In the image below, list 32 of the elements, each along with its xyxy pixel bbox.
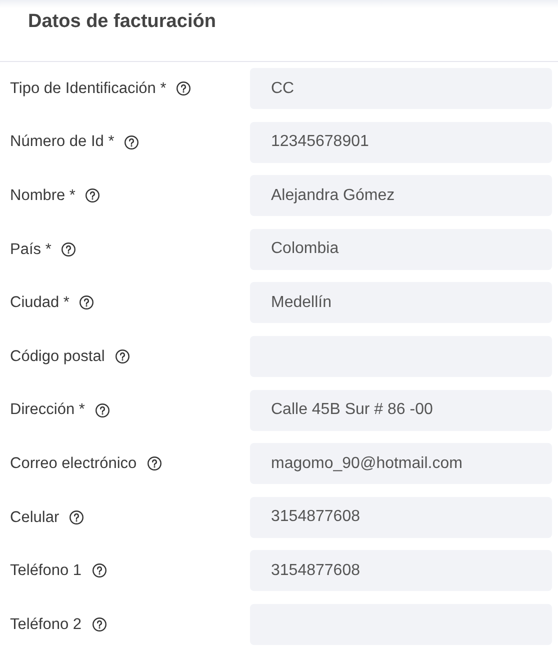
- input-field[interactable]: 3154877608: [250, 550, 552, 592]
- field-label: Teléfono 2: [10, 614, 82, 635]
- field-label: País *: [10, 240, 52, 260]
- help-icon[interactable]: [61, 242, 76, 257]
- section-title: Datos de facturación: [28, 10, 216, 34]
- field-label: Teléfono 1: [10, 561, 82, 582]
- help-icon[interactable]: [124, 134, 140, 150]
- input-field[interactable]: 12345678901: [250, 122, 552, 163]
- help-icon[interactable]: [176, 81, 192, 96]
- input-field[interactable]: Alejandra Gómez: [250, 175, 552, 216]
- field-label: Dirección *: [10, 400, 85, 420]
- help-icon[interactable]: [114, 348, 130, 364]
- input-field[interactable]: Colombia: [250, 228, 552, 270]
- field-label: Número de Id *: [10, 132, 114, 152]
- field-label: Ciudad *: [10, 293, 70, 314]
- help-icon[interactable]: [94, 402, 110, 418]
- input-field[interactable]: magomo_90@hotmail.com: [250, 443, 552, 484]
- help-icon[interactable]: [79, 295, 94, 310]
- help-icon[interactable]: [146, 456, 162, 472]
- input-field[interactable]: Medellín: [250, 282, 552, 324]
- input-field[interactable]: CC: [250, 68, 552, 109]
- field-label: Nombre *: [10, 186, 76, 206]
- input-field[interactable]: Calle 45B Sur # 86 -00: [250, 390, 552, 431]
- help-icon[interactable]: [69, 510, 84, 525]
- help-icon[interactable]: [92, 563, 107, 578]
- help-icon[interactable]: [92, 616, 107, 632]
- input-field[interactable]: 3154877608: [250, 496, 552, 538]
- help-icon[interactable]: [85, 188, 100, 204]
- field-label: Celular: [10, 508, 60, 528]
- field-label: Tipo de Identificación *: [10, 78, 166, 99]
- field-label: Código postal: [10, 346, 105, 367]
- field-label: Correo electrónico: [10, 454, 137, 474]
